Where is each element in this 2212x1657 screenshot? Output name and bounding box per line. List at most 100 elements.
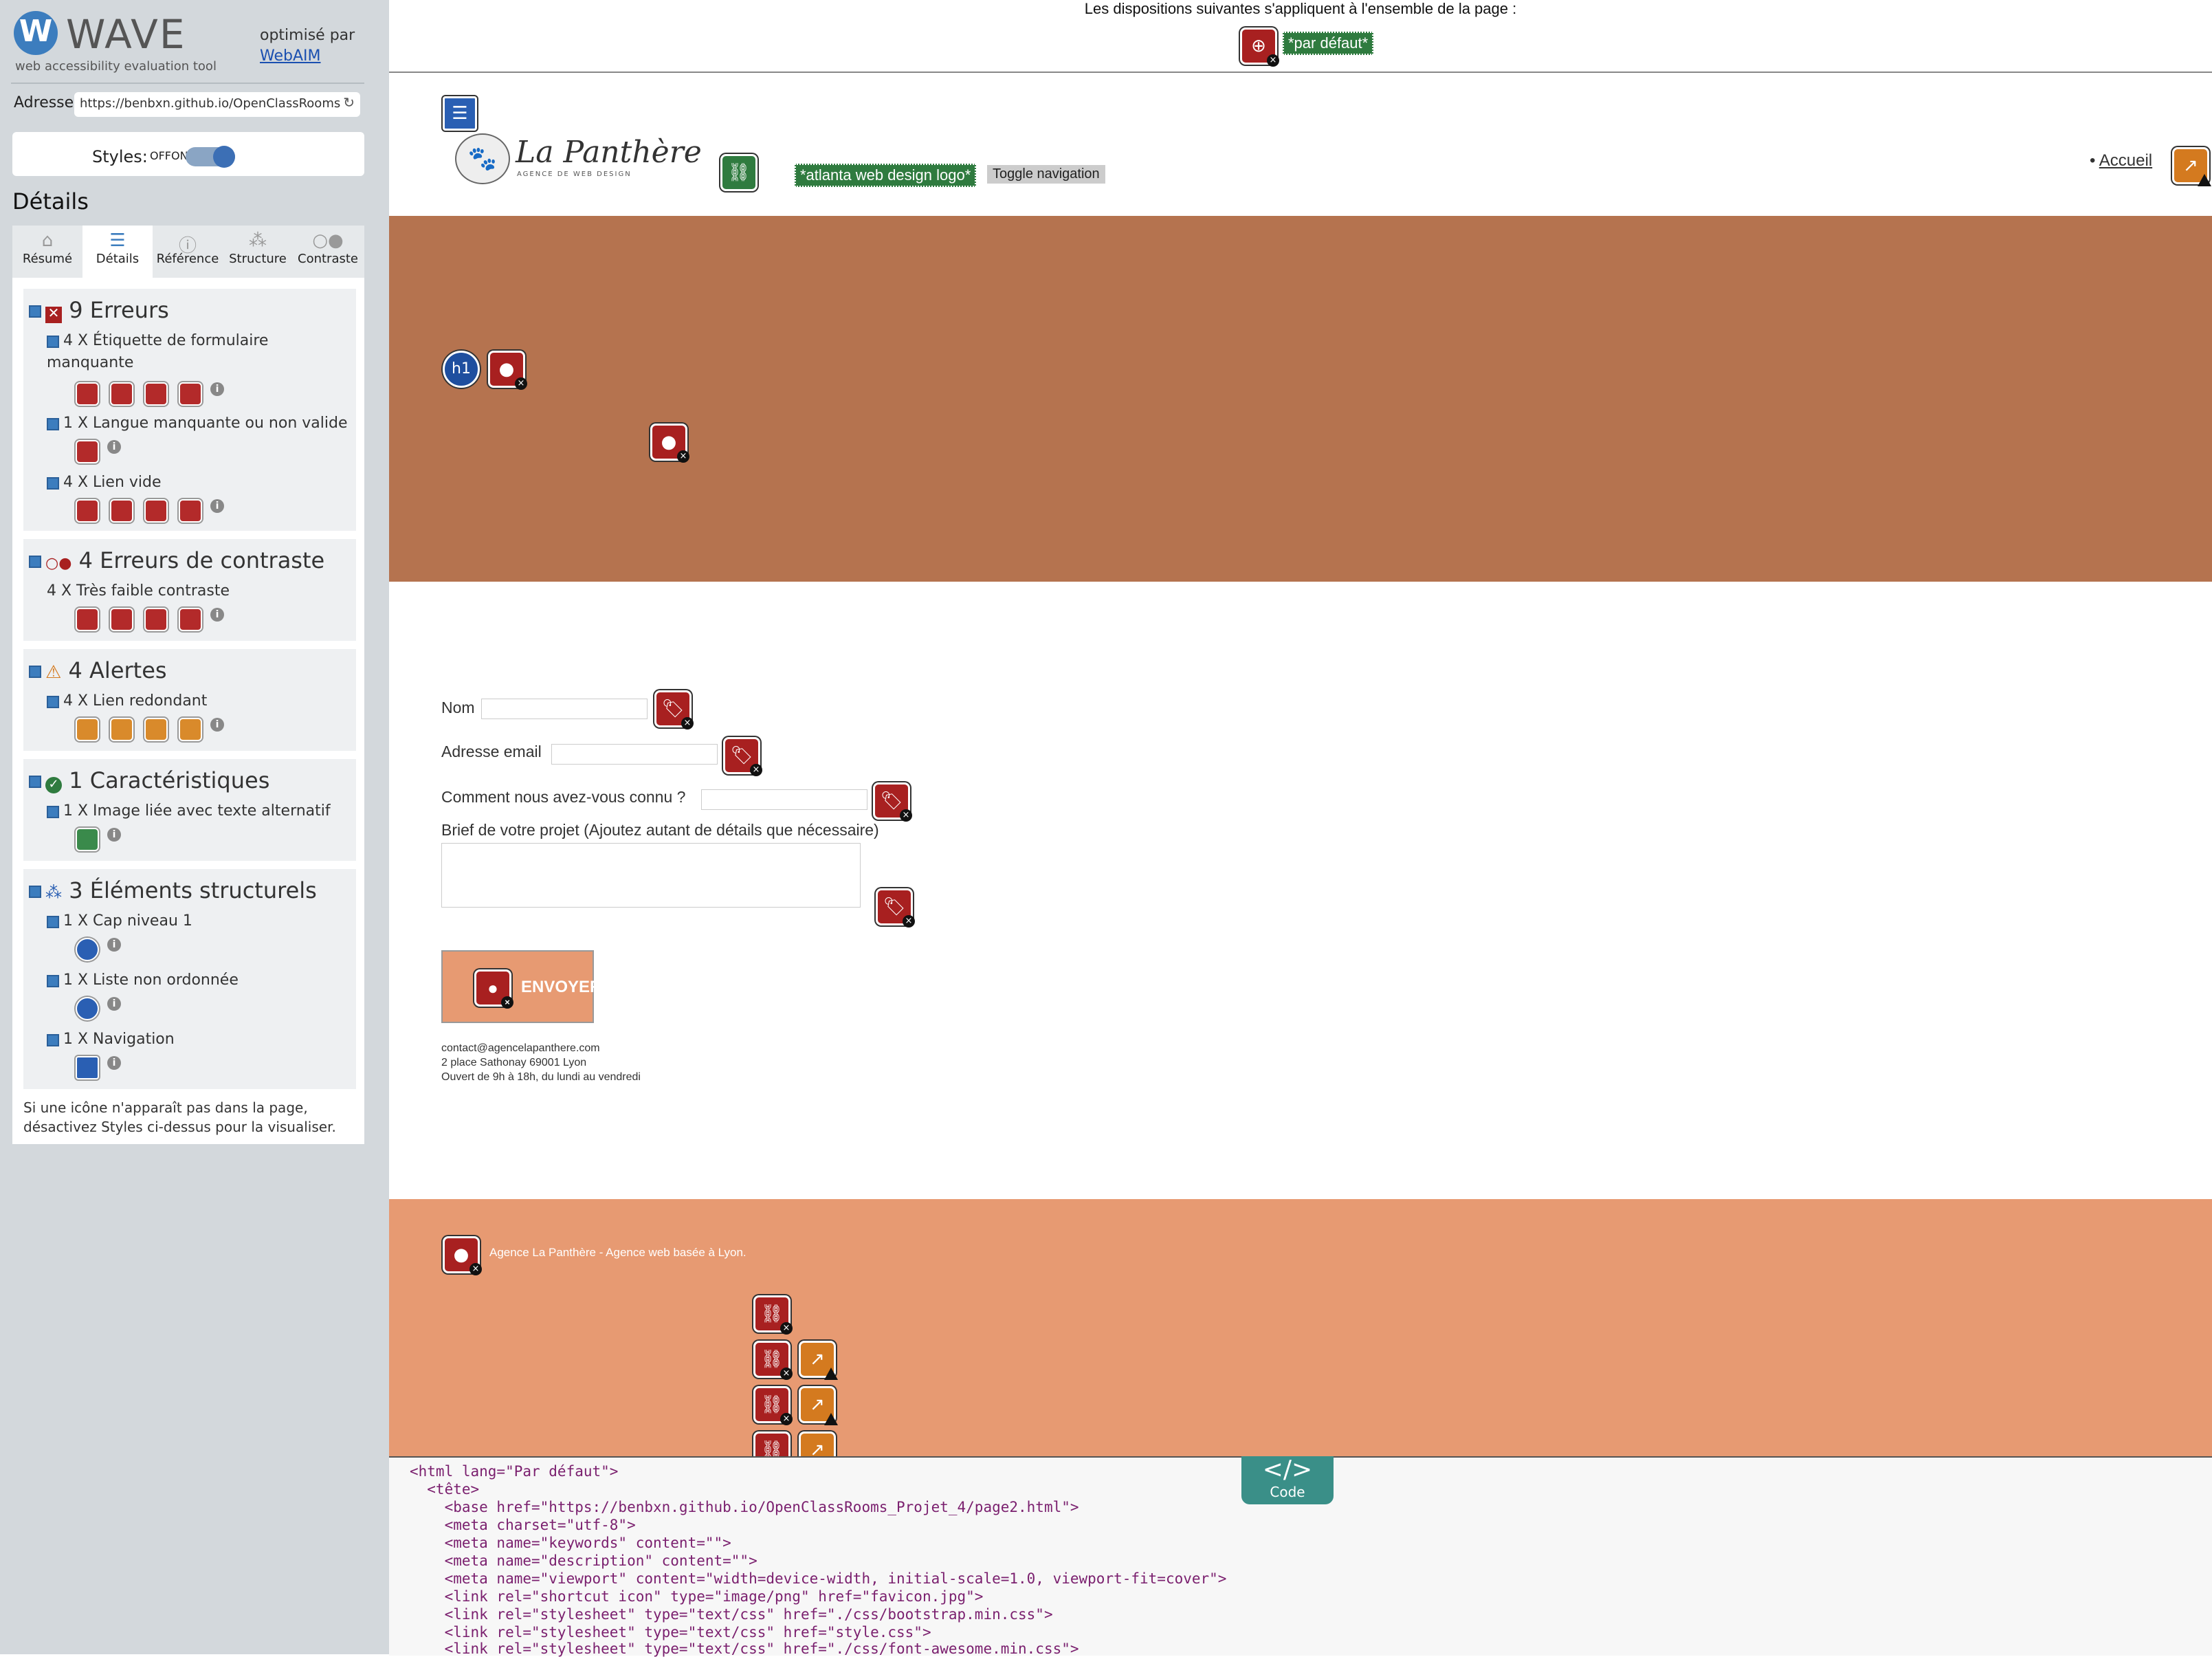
structure-icon: ⁂ (45, 883, 62, 902)
tab-structure[interactable]: ⁂ Structure (223, 226, 293, 278)
errors-checkbox[interactable] (29, 305, 41, 318)
structure-checkbox[interactable] (29, 886, 41, 898)
tab-reference[interactable]: ⓘ Référence (153, 226, 223, 278)
contrast-error-icon[interactable]: ● × (650, 424, 689, 463)
redundant-link-icon[interactable] (179, 718, 202, 741)
redundant-link-icon[interactable] (144, 718, 168, 741)
styles-label: Styles: (92, 147, 148, 166)
alert-icon: ⚠ (45, 663, 62, 683)
code-line: <meta name="description" content=""> (410, 1552, 757, 1569)
info-icon[interactable]: i (107, 828, 121, 842)
page-notice: Les dispositions suivantes s'appliquent … (1084, 0, 1517, 17)
code-line: <meta name="keywords" content=""> (410, 1535, 731, 1551)
linked-image-alt-icon[interactable] (76, 828, 99, 851)
structure-icon: ⁂ (249, 231, 267, 252)
empty-link-icon[interactable]: ⛓ × (753, 1295, 793, 1335)
info-icon[interactable]: i (107, 997, 121, 1011)
language-icon[interactable] (76, 440, 99, 463)
empty-link-icon[interactable] (179, 499, 202, 523)
redundant-link-icon[interactable]: ↗ (799, 1386, 838, 1425)
info-icon[interactable]: i (210, 499, 224, 513)
toggle-navigation-button[interactable]: Toggle navigation (987, 165, 1105, 184)
code-line: <tête> (410, 1481, 480, 1497)
footer-text: Agence La Panthère - Agence web basée à … (489, 1246, 746, 1259)
alerts-checkbox[interactable] (29, 666, 41, 678)
code-line: <link rel="stylesheet" type="text/css" h… (410, 1624, 931, 1640)
logo-alt-tag: *atlanta web design logo* (795, 164, 977, 187)
info-icon[interactable]: i (107, 938, 121, 952)
missing-label-icon[interactable] (144, 382, 168, 406)
details-panel: ✕ 9 Erreurs 4 X Étiquette de formulaire … (12, 278, 364, 1144)
contrast-section: ○● 4 Erreurs de contraste 4 X Très faibl… (23, 539, 356, 641)
empty-link-icon[interactable]: ⛓ × (753, 1386, 793, 1425)
source-input[interactable] (701, 789, 867, 810)
linked-image-alt-icon[interactable]: ⛓ (720, 154, 757, 191)
name-input[interactable] (481, 699, 648, 719)
email-input[interactable] (551, 744, 718, 765)
address-input[interactable]: https://benbxn.github.io/OpenClassRooms … (74, 92, 360, 117)
tab-resume[interactable]: ⌂ Résumé (12, 226, 82, 278)
redundant-link-icon[interactable] (110, 718, 133, 741)
brief-textarea[interactable] (441, 843, 861, 908)
lang-default-tag: *par défaut* (1283, 32, 1374, 55)
styles-toggle[interactable] (186, 146, 235, 168)
redundant-link-icon[interactable] (76, 718, 99, 741)
info-icon[interactable]: i (107, 1056, 121, 1070)
site-header: ☰ 🐾 La Panthère AGENCE DE WEB DESIGN ⛓ *… (389, 73, 2212, 216)
contrast-item: 4 X Très faible contraste (47, 582, 230, 600)
navigation-icon[interactable] (76, 1056, 99, 1079)
reload-icon[interactable]: ↻ (340, 92, 355, 117)
nav-item-accueil[interactable]: • Accueil (2090, 151, 2152, 171)
site-footer: ● × Agence La Panthère - Agence web basée… (389, 1199, 2212, 1469)
missing-label-icon[interactable] (76, 382, 99, 406)
empty-link-icon[interactable] (110, 499, 133, 523)
info-icon: ⓘ (178, 237, 197, 257)
tab-contrast[interactable]: ○● Contraste (293, 226, 363, 278)
missing-label-icon[interactable]: 🏷 × (873, 782, 912, 822)
redundant-link-icon[interactable]: ↗ (2172, 147, 2211, 186)
empty-link-icon[interactable]: ⛓ × (753, 1341, 793, 1380)
errors-section: ✕ 9 Erreurs 4 X Étiquette de formulaire … (23, 289, 356, 531)
missing-label-icon[interactable] (179, 382, 202, 406)
navigation-icon[interactable]: ☰ (443, 96, 477, 131)
source-label: Comment nous avez-vous connu ? (441, 788, 686, 806)
features-checkbox[interactable] (29, 776, 41, 788)
feature-item: 1 X Image liée avec texte alternatif (47, 800, 349, 822)
address-label: Adresse: (14, 94, 79, 111)
contrast-error-icon[interactable] (144, 608, 168, 631)
tab-bar: ⌂ Résumé ☰ Détails ⓘ Référence ⁂ Structure ○… (12, 226, 364, 281)
contrast-error-icon[interactable] (110, 608, 133, 631)
heading-h1-icon[interactable]: h1 (443, 351, 480, 388)
error-icon: ✕ (45, 307, 62, 323)
code-line: <link rel="stylesheet" type="text/css" h… (410, 1640, 1079, 1657)
tab-details[interactable]: ☰ Détails (82, 226, 153, 281)
contrast-checkbox[interactable] (29, 556, 41, 568)
missing-label-icon[interactable] (110, 382, 133, 406)
redundant-link-icon[interactable]: ↗ (799, 1341, 838, 1380)
heading-h1-icon[interactable] (76, 938, 99, 961)
info-icon[interactable]: i (107, 440, 121, 454)
submit-label: ENVOYER (521, 978, 602, 996)
contrast-error-icon[interactable]: ● × (443, 1236, 482, 1275)
code-toggle-button[interactable]: </> Code (1241, 1456, 1334, 1504)
empty-link-icon[interactable] (76, 499, 99, 523)
contrast-error-icon[interactable] (179, 608, 202, 631)
structure-item-nav: 1 X Navigation (47, 1029, 349, 1051)
unordered-list-icon[interactable] (76, 997, 99, 1020)
contrast-error-icon[interactable] (76, 608, 99, 631)
panther-logo-icon[interactable]: 🐾 (455, 133, 510, 184)
info-icon[interactable]: i (210, 608, 224, 622)
language-error-icon[interactable]: ⊕ × (1240, 28, 1279, 67)
missing-label-icon[interactable]: 🏷 × (876, 888, 915, 928)
contrast-error-icon[interactable]: ● × (488, 351, 527, 390)
info-icon[interactable]: i (210, 382, 224, 396)
submit-button[interactable]: ● × ENVOYER (441, 950, 601, 1023)
webaim-link[interactable]: WebAIM (260, 47, 321, 65)
missing-label-icon[interactable]: 🏷 × (654, 690, 694, 729)
empty-link-icon[interactable] (144, 499, 168, 523)
info-icon[interactable]: i (210, 718, 224, 732)
missing-label-icon[interactable]: 🏷 × (723, 737, 762, 776)
wave-logo-icon: W (14, 11, 58, 55)
optimized-by: optimisé par (260, 26, 355, 44)
contrast-error-icon[interactable]: ● × (474, 969, 513, 1009)
